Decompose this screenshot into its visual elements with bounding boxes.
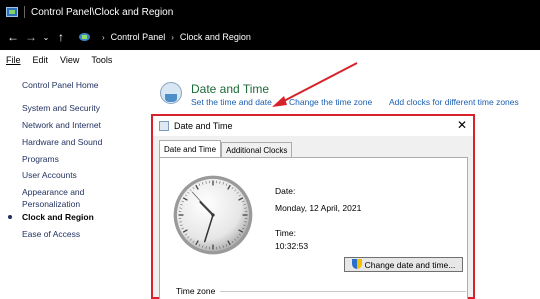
link-change-time-zone[interactable]: Change the time zone [289,97,372,107]
tab-additional-clocks[interactable]: Additional Clocks [221,142,293,157]
time-value: 10:32:53 [275,241,309,251]
sidebar-item-ease-of-access[interactable]: Ease of Access [22,229,80,239]
date-value: Monday, 12 April, 2021 [275,203,362,213]
close-icon[interactable]: ✕ [457,118,467,132]
sidebar-item-system-and-security[interactable]: System and Security [22,103,100,113]
menu-edit[interactable]: Edit [33,55,49,65]
date-time-icon [159,121,169,131]
arrow-up-icon[interactable]: ↑ [52,27,70,47]
sidebar-item-hardware-and-sound[interactable]: Hardware and Sound [22,137,102,147]
control-panel-icon [78,31,92,43]
breadcrumb: › Control Panel › Clock and Region [78,31,251,43]
address-bar: ← → ⌄ ↑ › Control Panel › Clock and Regi… [0,24,540,50]
link-add-clocks[interactable]: Add clocks for different time zones [389,97,519,107]
breadcrumb-clock-and-region[interactable]: Clock and Region [180,32,251,42]
breadcrumb-separator[interactable]: › [102,33,105,42]
link-set-time-and-date[interactable]: Set the time and date [191,97,272,107]
menu-file[interactable]: File [6,55,21,65]
date-label: Date: [275,186,296,196]
title-separator [24,6,25,18]
sidebar-item-appearance-line2[interactable]: Personalization [22,199,80,209]
dialog-title: Date and Time [174,121,233,131]
arrow-left-icon[interactable]: ← [4,27,22,47]
time-zone-divider [220,291,466,292]
active-bullet-icon [8,215,12,219]
breadcrumb-control-panel[interactable]: Control Panel [111,32,166,42]
menu-bar: File Edit View Tools [0,50,540,69]
time-label: Time: [275,228,296,238]
sidebar-item-appearance-line1[interactable]: Appearance and [22,187,84,197]
sidebar-item-user-accounts[interactable]: User Accounts [22,170,77,180]
clock-center [211,213,215,217]
dialog-title-bar: Date and Time ✕ [153,116,473,136]
date-time-icon[interactable] [160,82,182,104]
time-zone-label: Time zone [176,286,216,296]
section-title-date-and-time[interactable]: Date and Time [191,82,269,96]
arrow-right-icon[interactable]: → [22,27,40,47]
sidebar-item-clock-and-region[interactable]: Clock and Region [22,212,94,222]
analog-clock [173,175,253,255]
sidebar-item-programs[interactable]: Programs [22,154,59,164]
sidebar-item-network-and-internet[interactable]: Network and Internet [22,120,101,130]
arrow-head [272,96,287,107]
menu-view[interactable]: View [60,55,79,65]
dialog-tabs: Date and Time Additional Clocks [159,140,293,157]
window-title: Control Panel\Clock and Region [31,6,174,18]
shield-icon [351,259,362,270]
date-time-dialog: Date and Time ✕ Date and Time Additional… [151,114,475,299]
tab-date-and-time[interactable]: Date and Time [159,140,222,157]
tab-panel: Date: Monday, 12 April, 2021 Time: 10:32… [159,157,468,299]
sidebar: Control Panel Home System and Security N… [0,69,140,299]
control-panel-icon [6,7,18,17]
sidebar-item-control-panel-home[interactable]: Control Panel Home [22,80,99,90]
title-bar: Control Panel\Clock and Region [0,0,540,24]
breadcrumb-separator[interactable]: › [171,33,174,42]
change-date-time-label: Change date and time... [364,259,456,270]
chevron-down-icon[interactable]: ⌄ [40,27,52,47]
menu-tools[interactable]: Tools [91,55,112,65]
change-date-time-button[interactable]: Change date and time... [344,257,463,272]
